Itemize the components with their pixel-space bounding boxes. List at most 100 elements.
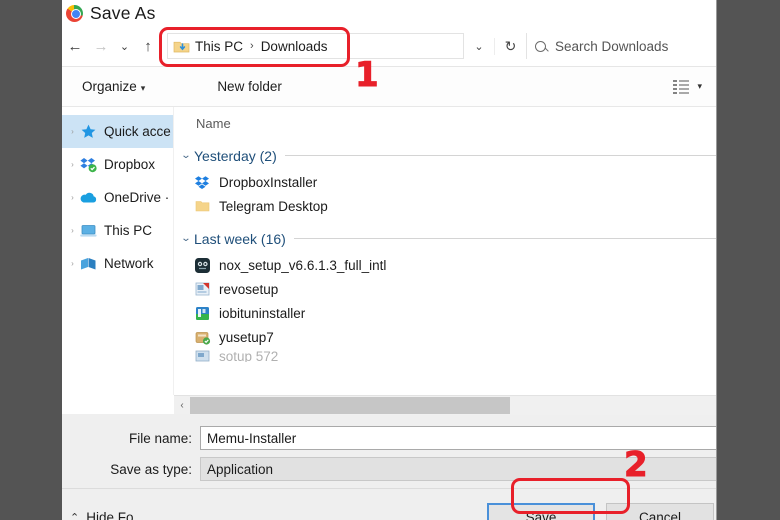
sidebar-item-dropbox[interactable]: › Dropbox (62, 148, 173, 181)
screenshot-root: Save As ← → ⌄ ↑ This PC › Downloads ⌄ ↻ (0, 0, 780, 520)
yu-app-icon (194, 329, 211, 346)
computer-icon (79, 222, 98, 239)
breadcrumb-downloads[interactable]: Downloads (261, 39, 328, 54)
sidebar-item-onedrive[interactable]: › OneDrive · (62, 181, 173, 214)
save-as-type-label: Save as type: (62, 462, 200, 477)
sidebar-item-label: This PC (104, 223, 152, 238)
scrollbar-track[interactable] (190, 396, 716, 415)
expander-icon[interactable]: › (66, 193, 79, 202)
navigation-pane: › Quick acce › (62, 107, 174, 395)
iobit-app-icon (194, 305, 211, 322)
search-input[interactable]: Search Downloads (555, 39, 668, 54)
group-label: Yesterday (2) (194, 148, 277, 164)
annotation-number-2: 2 (624, 448, 648, 482)
sidebar-item-this-pc[interactable]: › This PC (62, 214, 173, 247)
column-header-name[interactable]: Name (196, 116, 231, 131)
list-item[interactable]: revosetup (174, 277, 716, 301)
hide-folders-label: Hide Fo... (86, 510, 145, 520)
cloud-icon (79, 189, 98, 206)
back-button[interactable]: ← (62, 31, 88, 61)
file-name: iobituninstaller (219, 306, 305, 321)
column-header-row: Name (174, 107, 716, 141)
file-name-row: File name: Memu-Installer (62, 425, 716, 451)
star-icon (79, 123, 98, 140)
sidebar-item-network[interactable]: › Network (62, 247, 173, 280)
sidebar-item-quick-access[interactable]: › Quick acce (62, 115, 173, 148)
scrollbar-thumb[interactable] (190, 397, 510, 414)
file-name: sotup 572 (219, 349, 278, 362)
folder-icon (194, 198, 211, 215)
expander-icon[interactable]: › (66, 127, 79, 136)
navigation-bar: ← → ⌄ ↑ This PC › Downloads ⌄ ↻ Search (62, 26, 716, 67)
file-name: Telegram Desktop (219, 199, 328, 214)
nox-app-icon (194, 257, 211, 274)
group-header-yesterday[interactable]: ⌄ Yesterday (2) (174, 141, 716, 170)
cancel-button[interactable]: Cancel (606, 503, 714, 520)
list-item[interactable]: Telegram Desktop (174, 194, 716, 218)
recent-locations-button[interactable]: ⌄ (114, 31, 135, 61)
group-label: Last week (16) (194, 231, 286, 247)
list-item[interactable]: yusetup7 (174, 325, 716, 349)
list-item-partial[interactable]: sotup 572 (174, 349, 716, 362)
address-dropdown-icon[interactable]: ⌄ (464, 40, 494, 53)
sidebar-item-label: Quick acce (104, 124, 171, 139)
file-list[interactable]: Name ⌄ Yesterday (2) (174, 107, 716, 395)
generic-app-icon (194, 349, 211, 362)
save-form: File name: Memu-Installer Save as type: … (62, 414, 716, 488)
file-name: DropboxInstaller (219, 175, 317, 190)
chevron-down-icon[interactable]: ⌄ (176, 233, 197, 244)
up-button[interactable]: ↑ (135, 31, 161, 61)
refresh-icon[interactable]: ↻ (494, 38, 526, 55)
dropbox-icon (79, 156, 98, 173)
chevron-down-icon[interactable]: ⌄ (176, 150, 197, 161)
dropbox-file-icon (194, 174, 211, 191)
sidebar-item-label: Dropbox (104, 157, 155, 172)
breadcrumb-separator: › (250, 40, 254, 52)
search-box[interactable]: Search Downloads (526, 33, 716, 59)
sidebar-item-label: OneDrive · (104, 190, 169, 205)
save-as-type-row: Save as type: Application (62, 456, 716, 482)
expander-icon[interactable]: › (66, 259, 79, 268)
hide-folders-button[interactable]: ⌃ Hide Fo... (70, 510, 145, 520)
save-button[interactable]: Save (487, 503, 595, 520)
list-item[interactable]: DropboxInstaller (174, 170, 716, 194)
file-name: nox_setup_v6.6.1.3_full_intl (219, 258, 386, 273)
chevron-down-icon: ▾ (141, 83, 146, 93)
list-view-icon[interactable] (673, 80, 689, 94)
dialog-body: › Quick acce › (62, 107, 716, 395)
window-frame-right (716, 0, 780, 520)
downloads-folder-icon (173, 39, 190, 54)
group-divider (294, 238, 716, 239)
file-name: revosetup (219, 282, 278, 297)
sidebar-item-label: Network (104, 256, 154, 271)
action-buttons: Save Cancel (487, 503, 714, 520)
list-item[interactable]: iobituninstaller (174, 301, 716, 325)
address-bar[interactable]: This PC › Downloads (167, 33, 464, 59)
expander-icon[interactable]: › (66, 226, 79, 235)
search-icon (535, 41, 546, 52)
group-divider (285, 155, 716, 156)
window-frame-left (0, 0, 62, 520)
chevron-up-icon: ⌃ (70, 511, 79, 520)
forward-button[interactable]: → (88, 31, 114, 61)
organize-label: Organize (82, 79, 137, 94)
new-folder-button[interactable]: New folder (207, 79, 292, 94)
save-as-dialog: Save As ← → ⌄ ↑ This PC › Downloads ⌄ ↻ (62, 0, 716, 520)
network-icon (79, 255, 98, 272)
group-header-last-week[interactable]: ⌄ Last week (16) (174, 224, 716, 253)
command-bar: Organize ▾ New folder ▾ (62, 67, 716, 107)
expander-icon[interactable]: › (66, 160, 79, 169)
file-name: yusetup7 (219, 330, 274, 345)
view-chevron-down-icon[interactable]: ▾ (697, 81, 702, 92)
title-bar: Save As (62, 0, 716, 26)
chrome-icon (66, 5, 83, 22)
annotation-number-1: 1 (355, 58, 379, 92)
horizontal-scrollbar[interactable]: ‹ (174, 395, 716, 414)
view-options[interactable]: ▾ (673, 80, 702, 94)
breadcrumb-this-pc[interactable]: This PC (195, 39, 243, 54)
list-item[interactable]: nox_setup_v6.6.1.3_full_intl (174, 253, 716, 277)
window-title: Save As (90, 3, 156, 24)
revo-app-icon (194, 281, 211, 298)
organize-button[interactable]: Organize ▾ (72, 79, 155, 94)
scroll-left-icon[interactable]: ‹ (174, 400, 190, 411)
